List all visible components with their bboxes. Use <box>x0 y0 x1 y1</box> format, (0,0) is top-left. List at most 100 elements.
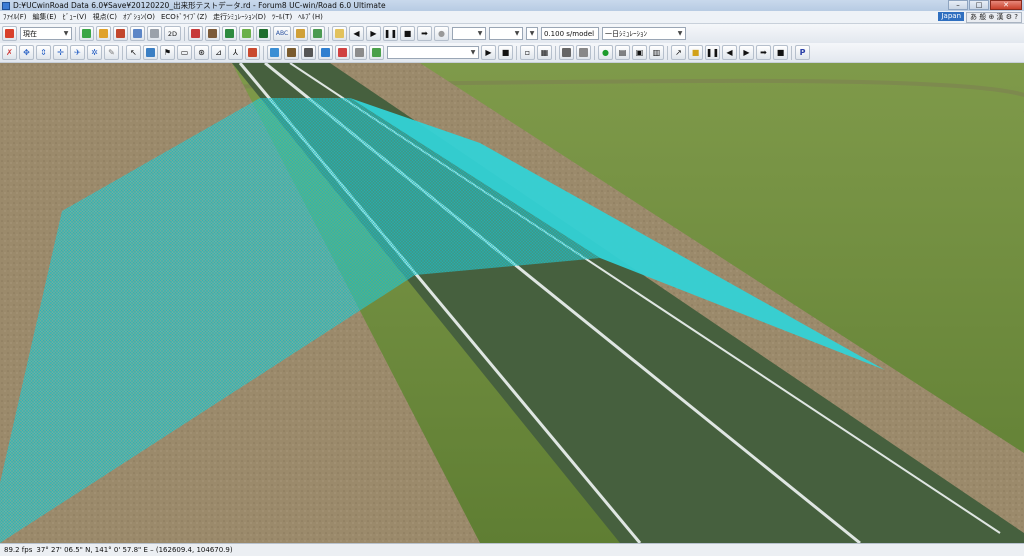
texture-button[interactable] <box>205 26 220 41</box>
ime-toolbar[interactable]: あ 般 ⊕ 漢 ⚙ ? <box>966 12 1022 23</box>
speed-field[interactable]: 0.100 s/model <box>541 27 599 40</box>
paint-icon <box>270 48 279 57</box>
intersection-button[interactable] <box>113 26 128 41</box>
record-button[interactable]: ● <box>434 26 449 41</box>
layer-button[interactable] <box>143 45 158 60</box>
toolbar-separator <box>184 26 185 41</box>
route-play-button[interactable]: ▶ <box>481 45 496 60</box>
preset-combo-2[interactable]: ▼ <box>489 27 523 40</box>
2d-view-button[interactable]: 2D <box>164 26 181 41</box>
preset-combo-1[interactable]: ▼ <box>452 27 486 40</box>
menu-drive-simulation[interactable]: 走行ｼﾐｭﾚｰｼｮﾝ(D) <box>213 12 266 22</box>
move-button[interactable]: ✥ <box>19 45 34 60</box>
signal-button[interactable] <box>352 45 367 60</box>
pause-button[interactable]: ❚❚ <box>383 26 398 41</box>
menu-file[interactable]: ﾌｧｲﾙ(F) <box>3 12 27 22</box>
view-combo[interactable]: 現在 ▼ <box>20 27 72 40</box>
end-button[interactable]: ■ <box>773 45 788 60</box>
rewind-button[interactable]: ◀ <box>349 26 364 41</box>
zoom-button[interactable]: ✛ <box>53 45 68 60</box>
model-button[interactable] <box>130 26 145 41</box>
maximize-button[interactable]: □ <box>969 0 989 10</box>
intersection-icon <box>116 29 125 38</box>
forward-icon: ▶ <box>743 48 750 57</box>
window-controls: – □ ✕ <box>947 0 1022 10</box>
terrain-button[interactable] <box>79 26 94 41</box>
cursor-button[interactable]: ↗ <box>671 45 686 60</box>
pointer-button[interactable]: ↖ <box>126 45 141 60</box>
close-button[interactable]: ✕ <box>990 0 1022 10</box>
screenshot-button[interactable]: ▫ <box>520 45 535 60</box>
note-button[interactable]: ■ <box>688 45 703 60</box>
simulation-mode-combo[interactable]: 一日ｼﾐｭﾚｰｼｮﾝ ▼ <box>602 27 686 40</box>
3d-viewport[interactable] <box>0 63 1024 543</box>
monitor-button[interactable]: ▣ <box>632 45 647 60</box>
forward-button[interactable]: ▶ <box>739 45 754 60</box>
flag-button[interactable]: ⚑ <box>160 45 175 60</box>
back-button[interactable]: ◀ <box>722 45 737 60</box>
table-button[interactable]: ▤ <box>615 45 630 60</box>
menu-tools[interactable]: ﾂｰﾙ(T) <box>272 12 292 22</box>
menu-camera[interactable]: 視点(C) <box>93 12 117 22</box>
preset-combo-3[interactable]: ▼ <box>526 27 538 40</box>
minimize-button[interactable]: – <box>948 0 968 10</box>
export-button[interactable]: ▦ <box>537 45 552 60</box>
drive-button[interactable]: ⊿ <box>211 45 226 60</box>
help-button[interactable]: P <box>795 45 810 60</box>
image-button[interactable] <box>293 26 308 41</box>
fly-button[interactable]: ✈ <box>70 45 85 60</box>
rotate-button[interactable]: ✗ <box>2 45 17 60</box>
camera-button[interactable] <box>301 45 316 60</box>
export-icon: ▦ <box>540 48 549 57</box>
record-icon: ● <box>438 29 445 38</box>
script-button[interactable] <box>310 26 325 41</box>
scenario-button[interactable] <box>332 26 347 41</box>
menu-view[interactable]: ﾋﾞｭｰ(V) <box>62 12 86 22</box>
play-button[interactable]: ▶ <box>366 26 381 41</box>
film-button[interactable] <box>284 45 299 60</box>
menu-options[interactable]: ｵﾌﾟｼｮﾝ(O) <box>123 12 155 22</box>
landscape-button[interactable] <box>239 26 254 41</box>
axis-button[interactable]: ⅄ <box>228 45 243 60</box>
building-button[interactable] <box>369 45 384 60</box>
measure-button[interactable]: ▭ <box>177 45 192 60</box>
up-down-button[interactable]: ⇕ <box>36 45 51 60</box>
menu-edit[interactable]: 編集(E) <box>33 12 57 22</box>
layer-icon <box>146 48 155 57</box>
menu-bar: ﾌｧｲﾙ(F) 編集(E) ﾋﾞｭｰ(V) 視点(C) ｵﾌﾟｼｮﾝ(O) EC… <box>0 11 1024 24</box>
pause-playback-button[interactable]: ❚❚ <box>705 45 720 60</box>
menu-help[interactable]: ﾍﾙﾌﾟ(H) <box>298 12 323 22</box>
green-light-button[interactable]: ● <box>598 45 613 60</box>
pedestrian-button[interactable] <box>245 45 260 60</box>
forest-button[interactable] <box>256 26 271 41</box>
tree-button[interactable] <box>222 26 237 41</box>
rewind-icon: ◀ <box>353 29 360 38</box>
route-combo[interactable]: ▼ <box>387 46 479 59</box>
route-stop-button[interactable]: ■ <box>498 45 513 60</box>
object-button[interactable] <box>147 26 162 41</box>
step-icon: ➡ <box>421 29 428 38</box>
steering-button[interactable]: ⊛ <box>194 45 209 60</box>
app-icon[interactable] <box>2 1 10 10</box>
tree-icon <box>225 29 234 38</box>
table-toggle-button[interactable] <box>576 45 591 60</box>
panel-button[interactable] <box>559 45 574 60</box>
step-button[interactable]: ➡ <box>417 26 432 41</box>
language-indicator[interactable]: Japan <box>938 12 965 21</box>
next-button[interactable]: ➡ <box>756 45 771 60</box>
walk-button[interactable]: ✲ <box>87 45 102 60</box>
menu-ecodrive[interactable]: ECOﾄﾞﾗｲﾌﾞ(Z) <box>161 12 207 22</box>
play-icon: ▶ <box>370 29 377 38</box>
next-icon: ➡ <box>760 48 767 57</box>
vehicle-button[interactable] <box>335 45 350 60</box>
paint-button[interactable] <box>267 45 282 60</box>
road-button[interactable] <box>96 26 111 41</box>
select-button[interactable]: ✎ <box>104 45 119 60</box>
stop-button[interactable]: ■ <box>400 26 415 41</box>
navigation-toolbar: ✗ ✥ ⇕ ✛ ✈ ✲ ✎ ↖ ⚑ ▭ ⊛ ⊿ ⅄ ▼ ▶ ■ ▫ ▦ ● ▤ … <box>0 43 1024 63</box>
traffic-button[interactable] <box>318 45 333 60</box>
text-button[interactable]: ABC <box>273 26 291 41</box>
display-button[interactable]: ▥ <box>649 45 664 60</box>
car-button[interactable] <box>188 26 203 41</box>
view-mode-button[interactable] <box>2 26 17 41</box>
